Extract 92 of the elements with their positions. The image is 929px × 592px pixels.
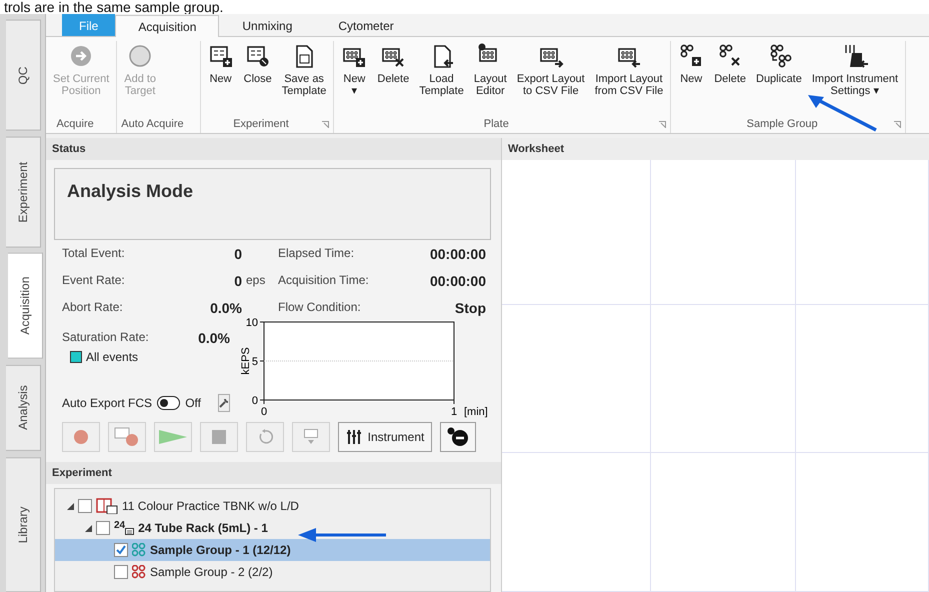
stat-value: Stop [454,300,486,316]
stat-label: Abort Rate: [62,300,124,316]
ribbon-button[interactable]: Export Layout to CSV File [514,41,588,115]
ribbon-tab[interactable]: Cytometer [315,14,417,36]
side-tab[interactable]: QC [6,20,41,131]
instrument-button[interactable]: Instrument [338,422,432,452]
side-tab[interactable]: Acquisition [8,253,43,359]
plate-record-icon [114,427,140,447]
play-icon [158,429,188,445]
expanded-icon[interactable] [67,502,74,510]
stat-label: Elapsed Time: [278,246,356,262]
stat-unit: eps [245,273,266,289]
stat-value: 00:00:00 [428,246,486,262]
record-icon [73,429,89,445]
experiment-icon [96,498,118,514]
tree-item[interactable]: 11 Colour Practice TBNK w/o L/D [55,495,490,517]
ribbon-button[interactable]: New [675,41,708,115]
panel-header: Status [46,138,501,160]
stat-value: 0 [233,246,242,262]
checkbox[interactable] [96,521,110,535]
dialog-launcher-icon[interactable] [894,121,902,128]
side-tab[interactable]: Experiment [6,136,41,248]
group-label: Experiment [232,117,290,132]
ribbon-button[interactable]: Import Layout from CSV File [592,41,666,115]
panel-header: Experiment [46,462,501,484]
stat-label: Event Rate: [62,273,126,289]
group-label: Auto Acquire [121,117,184,132]
ribbon-button[interactable]: Import Instrument Settings ▾ [808,41,902,115]
tree-label: Sample Group - 1 (12/12) [150,543,291,557]
side-tab[interactable]: Analysis [6,364,41,451]
toggle-state: Off [185,396,201,410]
ribbon-button[interactable]: New ▾ [338,41,370,115]
tree-label: Sample Group - 2 (2/2) [150,565,273,579]
axis-label: [min] [464,406,488,418]
connect-button[interactable] [440,422,476,452]
tick-label: 10 [246,317,258,329]
stat-label: Saturation Rate: [62,330,149,346]
tree-item[interactable]: Sample Group - 2 (2/2) [55,561,490,583]
ribbon-button[interactable]: Duplicate [753,41,805,115]
stat-label: Acquisition Time: [278,273,370,289]
dialog-launcher-icon[interactable] [322,121,330,128]
sliders-icon [346,430,362,444]
checkbox[interactable] [114,543,128,557]
stat-value: 0 [233,273,242,289]
ribbon-button[interactable]: Load Template [416,41,467,115]
settings-button[interactable] [218,394,230,412]
tick-label: 1 [450,406,458,418]
tick-label: 5 [252,356,258,368]
stat-value: 0.0% [209,300,242,316]
ribbon-button[interactable]: Delete [374,41,412,115]
reset-icon [257,429,273,445]
toggle-switch[interactable] [157,396,180,410]
stat-label: Flow Condition: [278,300,362,316]
expanded-icon[interactable] [85,524,92,532]
stat-label: Total Event: [62,246,126,262]
connect-icon [447,427,469,447]
ribbon-tab[interactable]: Unmixing [219,14,316,36]
tree-item[interactable]: 24 24 Tube Rack (5mL) - 1 [55,517,490,539]
tree-label: 24 Tube Rack (5mL) - 1 [138,521,268,535]
group-label: Plate [482,117,510,132]
panel-header: Worksheet [502,138,929,160]
group-label: Sample Group [746,117,819,132]
side-tab[interactable]: Library [6,456,41,592]
tick-label: 0 [252,395,258,407]
stat-value: 00:00:00 [428,273,486,289]
checkbox[interactable] [114,565,128,579]
ribbon-button[interactable]: Close [240,41,275,115]
rack-icon [125,528,134,534]
document-caption: trols are in the same sample group. [3,0,224,14]
ribbon-button[interactable]: New [204,41,237,115]
rack-count-label: 24 [114,520,126,531]
wrench-icon [219,398,229,408]
legend-label: All events [86,350,138,364]
tick-label: 0 [260,406,268,418]
plate-eject-icon [304,429,318,445]
dialog-launcher-icon[interactable] [659,121,666,128]
mode-display: Analysis Mode [54,168,491,240]
axis-label: kEPS [240,347,252,375]
tree-label: 11 Colour Practice TBNK w/o L/D [122,499,299,513]
close-list-icon [244,43,271,69]
tree-item[interactable]: Sample Group - 1 (12/12) [55,539,490,561]
checkbox[interactable] [78,499,92,513]
ribbon-button[interactable]: Delete [711,41,749,115]
auto-export-label: Auto Export FCS [62,396,152,410]
group-label: Acquire [55,117,95,132]
ribbon-tab[interactable]: Acquisition [115,15,220,37]
stop-icon [212,430,226,444]
circle-icon [127,43,154,69]
new-list-icon [208,43,234,69]
ribbon-button[interactable]: Layout Editor [470,41,510,115]
stat-value: 0.0% [198,330,230,346]
ribbon-button[interactable]: Save as Template [278,41,330,115]
